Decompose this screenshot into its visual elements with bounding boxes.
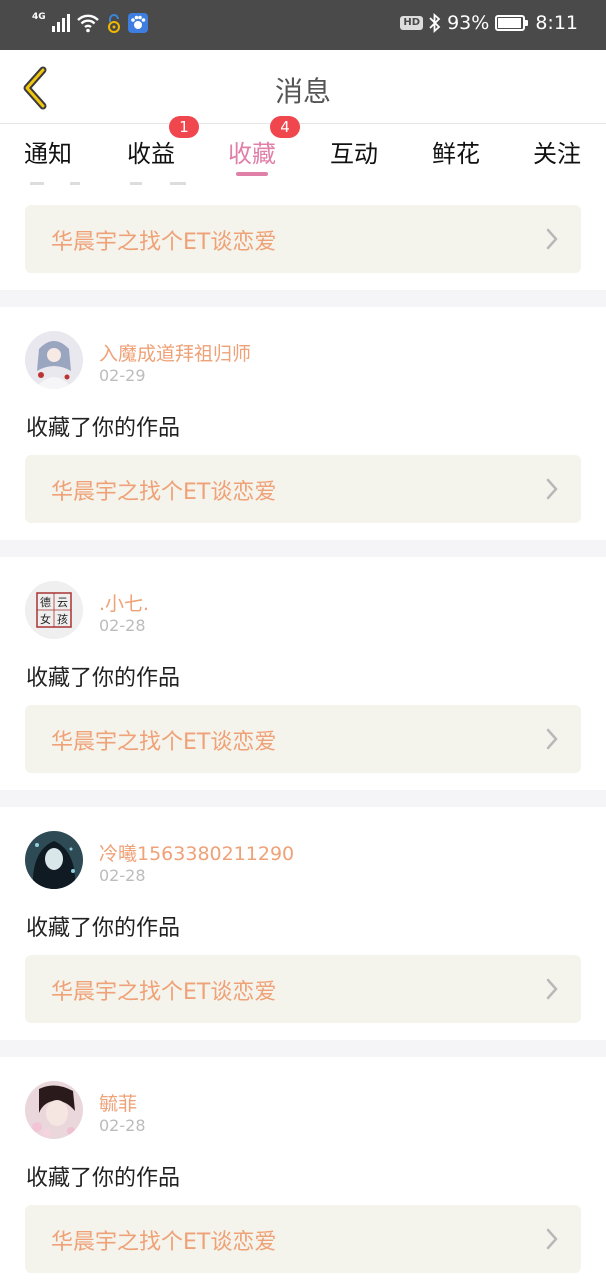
divider (0, 290, 606, 307)
user-name[interactable]: 入魔成道拜祖归师 (99, 339, 251, 366)
favorites-badge: 4 (270, 116, 300, 138)
work-title: 华晨宇之找个ET谈恋爱 (51, 730, 277, 755)
earnings-badge: 1 (169, 116, 199, 138)
tab-earnings[interactable]: 收益 (127, 134, 175, 169)
work-card[interactable]: 华晨宇之找个ET谈恋爱 (25, 205, 581, 273)
chevron-right-icon (546, 978, 558, 1000)
bluetooth-icon (429, 13, 441, 33)
avatar[interactable] (25, 331, 83, 389)
action-text: 收藏了你的作品 (26, 416, 181, 441)
vpn-lock-icon (106, 13, 122, 33)
baidu-app-icon (127, 13, 148, 33)
wifi-icon (76, 13, 100, 33)
chevron-right-icon (546, 478, 558, 500)
tab-flowers[interactable]: 鲜花 (432, 134, 480, 169)
avatar[interactable]: 德 云 女 孩 (25, 581, 83, 639)
avatar[interactable] (25, 831, 83, 889)
divider (0, 1040, 606, 1057)
work-card[interactable]: 华晨宇之找个ET谈恋爱 (25, 955, 581, 1023)
divider (0, 790, 606, 807)
avatar[interactable] (25, 1081, 83, 1139)
user-name[interactable]: 毓菲 (99, 1089, 137, 1116)
action-text: 收藏了你的作品 (26, 1166, 181, 1191)
message-feed[interactable]: 华晨宇之找个ET谈恋爱 入魔成道拜祖归师 02-29 收藏了你的作品 华晨宇之找… (0, 182, 606, 1280)
status-bar: 4G HD 93% 8:11 (0, 0, 606, 50)
work-title: 华晨宇之找个ET谈恋爱 (51, 230, 277, 255)
tab-favorites[interactable]: 收藏 (228, 134, 276, 169)
active-tab-indicator (236, 172, 268, 176)
work-card[interactable]: 华晨宇之找个ET谈恋爱 (25, 455, 581, 523)
work-title: 华晨宇之找个ET谈恋爱 (51, 980, 277, 1005)
clock: 8:11 (535, 12, 578, 34)
avatar-char: 孩 (57, 613, 68, 626)
post-date: 02-28 (99, 866, 146, 885)
work-title: 华晨宇之找个ET谈恋爱 (51, 480, 277, 505)
battery-percent: 93% (447, 12, 490, 34)
hd-badge: HD (400, 16, 424, 30)
work-card[interactable]: 华晨宇之找个ET谈恋爱 (25, 705, 581, 773)
network-type: 4G (32, 12, 46, 22)
action-text: 收藏了你的作品 (26, 666, 181, 691)
divider (0, 540, 606, 557)
battery-level (498, 18, 521, 28)
post-date: 02-28 (99, 616, 146, 635)
header: 消息 (0, 50, 606, 124)
clipped-text-remnant (30, 182, 186, 185)
signal-icon (51, 14, 70, 32)
user-name[interactable]: 冷曦1563380211290 (99, 839, 294, 866)
page-title: 消息 (274, 75, 331, 108)
avatar-char: 女 (40, 612, 51, 626)
chevron-right-icon (546, 1228, 558, 1250)
work-title: 华晨宇之找个ET谈恋爱 (51, 1230, 277, 1255)
chevron-right-icon (546, 728, 558, 750)
work-card[interactable]: 华晨宇之找个ET谈恋爱 (25, 1205, 581, 1273)
tab-interactions[interactable]: 互动 (330, 134, 378, 169)
user-name[interactable]: .小七. (99, 589, 149, 616)
status-left: 4G (32, 12, 148, 33)
status-right: HD 93% 8:11 (400, 12, 578, 34)
battery-icon (495, 15, 529, 31)
tab-following[interactable]: 关注 (533, 134, 581, 169)
tab-notifications[interactable]: 通知 (24, 134, 72, 169)
chevron-right-icon (546, 228, 558, 250)
post-date: 02-28 (99, 1116, 146, 1135)
avatar-char: 德 (40, 595, 51, 609)
action-text: 收藏了你的作品 (26, 916, 181, 941)
tab-bar: 通知 收益 1 收藏 4 互动 鲜花 关注 (0, 116, 606, 182)
post-date: 02-29 (99, 366, 146, 385)
avatar-char: 云 (57, 596, 68, 609)
